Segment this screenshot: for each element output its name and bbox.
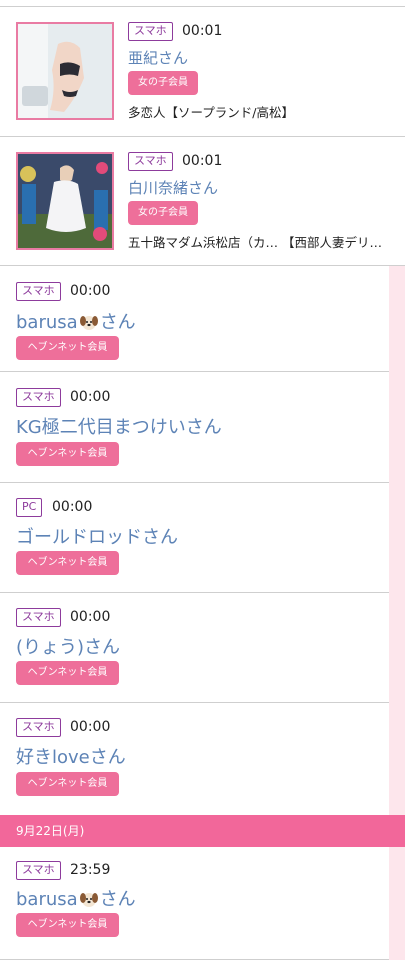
list-item[interactable]: スマホ 23:59 barusa さん ヘブンネット会員 bbox=[0, 847, 389, 960]
access-time: 23:59 bbox=[70, 862, 111, 878]
profile-thumbnail[interactable] bbox=[16, 22, 114, 120]
access-time: 00:00 bbox=[70, 719, 111, 735]
visitor-name-text: barusa bbox=[16, 312, 78, 333]
side-arrow bbox=[389, 752, 399, 768]
shop-name[interactable]: 五十路マダム浜松店（カ… 【西部人妻デリ… bbox=[128, 232, 382, 251]
access-time: 00:01 bbox=[182, 153, 223, 169]
member-type-badge: ヘブンネット会員 bbox=[16, 336, 119, 360]
visitor-name[interactable]: barusa さん bbox=[16, 885, 136, 911]
device-badge: スマホ bbox=[128, 22, 173, 41]
woman-photo-icon bbox=[18, 24, 112, 118]
member-type-badge: ヘブンネット会員 bbox=[16, 661, 119, 685]
list-item[interactable]: スマホ 00:00 (りょう)さん ヘブンネット会員 bbox=[0, 593, 389, 703]
access-time: 00:00 bbox=[70, 609, 111, 625]
side-arrow bbox=[389, 420, 399, 436]
side-arrow bbox=[389, 890, 399, 906]
side-arrow bbox=[389, 312, 399, 328]
side-arrow bbox=[389, 530, 399, 546]
access-time: 00:00 bbox=[52, 499, 93, 515]
visitor-name[interactable]: ゴールドロッドさん bbox=[16, 523, 178, 549]
device-badge: スマホ bbox=[16, 718, 61, 737]
device-badge: スマホ bbox=[16, 608, 61, 627]
member-type-badge: 女の子会員 bbox=[128, 71, 198, 95]
visitor-name-text: barusa bbox=[16, 889, 78, 910]
profile-thumbnail[interactable] bbox=[16, 152, 114, 250]
member-type-badge: ヘブンネット会員 bbox=[16, 772, 119, 796]
dog-emoji-icon bbox=[79, 316, 98, 330]
visitor-name-suffix: さん bbox=[99, 312, 136, 333]
device-badge: スマホ bbox=[128, 152, 173, 171]
dog-emoji-icon bbox=[79, 893, 98, 907]
visitor-name[interactable]: 白川奈緒さん bbox=[128, 177, 218, 198]
list-item[interactable]: スマホ 00:00 KG極二代目まつけいさん ヘブンネット会員 bbox=[0, 372, 389, 483]
list-item[interactable]: スマホ 00:01 亜紀さん 女の子会員 多恋人【ソープランド/高松】 bbox=[0, 7, 405, 137]
shop-name[interactable]: 多恋人【ソープランド/高松】 bbox=[128, 102, 294, 121]
access-time: 00:00 bbox=[70, 283, 111, 299]
side-arrow bbox=[389, 640, 399, 656]
member-type-badge: ヘブンネット会員 bbox=[16, 551, 119, 575]
member-type-badge: 女の子会員 bbox=[128, 201, 198, 225]
list-item[interactable]: スマホ 00:00 barusa さん ヘブンネット会員 bbox=[0, 266, 389, 372]
member-type-badge: ヘブンネット会員 bbox=[16, 913, 119, 937]
list-item[interactable]: スマホ 00:00 好きloveさん ヘブンネット会員 bbox=[0, 703, 389, 815]
visitor-name[interactable]: 好きloveさん bbox=[16, 743, 126, 769]
access-time: 00:00 bbox=[70, 389, 111, 405]
member-type-badge: ヘブンネット会員 bbox=[16, 442, 119, 466]
woman-photo-icon bbox=[18, 154, 112, 248]
visitor-name[interactable]: barusa さん bbox=[16, 308, 136, 334]
visitor-name[interactable]: KG極二代目まつけいさん bbox=[16, 413, 222, 439]
device-badge: スマホ bbox=[16, 861, 61, 880]
device-badge: スマホ bbox=[16, 282, 61, 301]
visitor-name[interactable]: (りょう)さん bbox=[16, 633, 120, 659]
visitor-name[interactable]: 亜紀さん bbox=[128, 47, 188, 68]
side-panel bbox=[389, 266, 405, 960]
date-header: 9月22日(月) bbox=[0, 815, 405, 847]
access-time: 00:01 bbox=[182, 23, 223, 39]
device-badge: PC bbox=[16, 498, 43, 517]
device-badge: スマホ bbox=[16, 388, 61, 407]
visitor-name-suffix: さん bbox=[99, 889, 136, 910]
list-item[interactable]: PC 00:00 ゴールドロッドさん ヘブンネット会員 bbox=[0, 483, 389, 593]
list-item[interactable]: スマホ 00:01 白川奈緒さん 女の子会員 五十路マダム浜松店（カ… 【西部人… bbox=[0, 137, 405, 266]
